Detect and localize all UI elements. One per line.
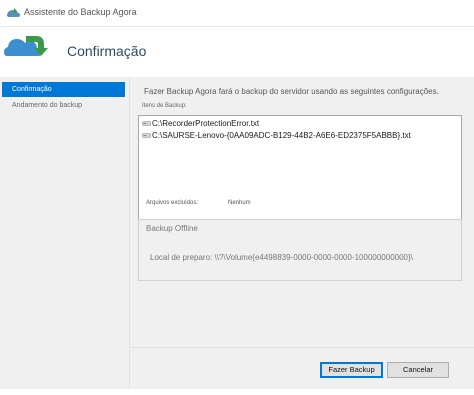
wizard-steps-nav: Confirmação Andamento do backup xyxy=(0,77,130,389)
footer-divider xyxy=(130,347,474,348)
nav-item-andamento[interactable]: Andamento do backup xyxy=(2,98,125,113)
list-item[interactable]: C:\RecorderProtectionError.txt xyxy=(142,118,259,130)
excluded-files-label: Arquivos excluídos: xyxy=(146,200,199,206)
page-title: Confirmação xyxy=(67,43,147,59)
backup-items-label: Itens de Backup: xyxy=(142,103,187,109)
nav-item-confirmacao[interactable]: Confirmação xyxy=(2,82,125,97)
backup-app-icon xyxy=(7,8,20,17)
drive-icon xyxy=(142,121,151,127)
window-bottom-edge xyxy=(0,389,474,395)
offline-backup-group: Backup Offline Local de preparo: \\?\Vol… xyxy=(138,219,462,281)
wizard-header: Confirmação xyxy=(0,27,474,73)
backup-items-list[interactable]: C:\RecorderProtectionError.txt C:\SAURSE… xyxy=(138,115,462,230)
staging-location-text: Local de preparo: \\?\Volume{e4498839-00… xyxy=(150,253,413,262)
intro-text: Fazer Backup Agora fará o backup do serv… xyxy=(144,87,439,96)
content-panel: Fazer Backup Agora fará o backup do serv… xyxy=(130,77,474,389)
drive-icon xyxy=(142,133,151,139)
title-bar: Assistente do Backup Agora xyxy=(0,0,474,27)
cloud-backup-icon xyxy=(4,36,48,56)
backup-item-text: C:\SAURSE-Lenovo-{0AA09ADC-B129-44B2-A6E… xyxy=(152,131,411,140)
list-item[interactable]: C:\SAURSE-Lenovo-{0AA09ADC-B129-44B2-A6E… xyxy=(142,130,411,142)
offline-backup-title: Backup Offline xyxy=(146,224,198,233)
window-title: Assistente do Backup Agora xyxy=(24,7,137,17)
excluded-files-value: Nenhum xyxy=(228,200,251,206)
backup-item-text: C:\RecorderProtectionError.txt xyxy=(152,119,260,128)
cancel-button[interactable]: Cancelar xyxy=(387,362,449,378)
fazer-backup-button[interactable]: Fazer Backup xyxy=(320,362,383,378)
